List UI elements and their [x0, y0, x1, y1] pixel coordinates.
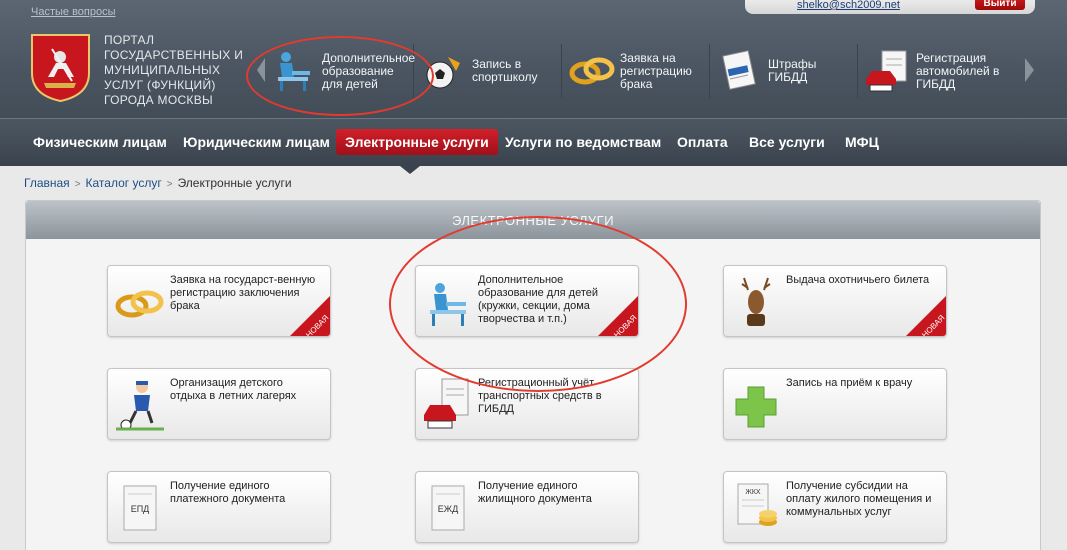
- breadcrumb-home-link[interactable]: Главная: [24, 176, 70, 190]
- site-header: Частые вопросы shelko@sch2009.net Выйти …: [0, 0, 1067, 118]
- service-card-housing-subsidy[interactable]: ЖКХ Получение субсидии на оплату жилого …: [723, 471, 947, 543]
- service-card-marriage[interactable]: Заявка на государст-венную регистрацию з…: [107, 265, 331, 337]
- service-card-label: Выдача охотничьего билета: [786, 274, 930, 286]
- wedding-rings-icon: [569, 57, 615, 85]
- service-card-unified-housing-document[interactable]: ЕЖД Получение единого жилищного документ…: [415, 471, 639, 543]
- epd-document-icon: ЕПД: [123, 485, 157, 531]
- nav-item-payment[interactable]: Оплата: [668, 129, 737, 155]
- ezhd-document-icon: ЕЖД: [431, 485, 465, 531]
- carousel-item-car-registration[interactable]: Регистрация автомобилей в ГИБДД: [858, 44, 1016, 98]
- carousel-item-label: Запись в спортшколу: [472, 57, 538, 84]
- nav-item-individuals[interactable]: Физическим лицам: [24, 129, 176, 155]
- faq-link[interactable]: Частые вопросы: [31, 6, 116, 18]
- wedding-rings-icon: [115, 290, 164, 318]
- service-card-hunting-license[interactable]: Выдача охотничьего билета НОВАЯ: [723, 265, 947, 337]
- annotation-ellipse: [389, 216, 687, 392]
- carousel-item-traffic-fines[interactable]: Штрафы ГИБДД: [710, 44, 858, 98]
- nav-item-electronic-services[interactable]: Электронные услуги: [336, 129, 498, 155]
- svg-text:ЖКХ: ЖКХ: [745, 489, 761, 496]
- breadcrumb: Главная > Каталог услуг > Электронные услуги: [24, 176, 292, 190]
- breadcrumb-current: Электронные услуги: [177, 176, 292, 190]
- portal-name[interactable]: ПОРТАЛ ГОСУДАРСТВЕННЫХ И МУНИЦИПАЛЬНЫХ У…: [104, 33, 244, 108]
- breadcrumb-separator: >: [166, 179, 173, 190]
- service-card-label: Организация детского отдыха в летних лаг…: [170, 377, 297, 402]
- service-card-unified-payment-document[interactable]: ЕПД Получение единого платежного докумен…: [107, 471, 331, 543]
- user-email-link[interactable]: shelko@sch2009.net: [797, 0, 900, 11]
- new-badge: НОВАЯ: [906, 296, 946, 336]
- nav-item-legal-entities[interactable]: Юридическим лицам: [174, 129, 339, 155]
- fine-document-icon: [722, 50, 756, 90]
- service-card-label: Получение единого жилищного документа: [478, 480, 592, 505]
- svg-text:ЕЖД: ЕЖД: [438, 504, 458, 514]
- service-card-label: Получение субсидии на оплату жилого поме…: [786, 480, 932, 518]
- carousel-item-marriage[interactable]: Заявка на регистрацию брака: [562, 44, 710, 98]
- main-navigation: Физическим лицам Юридическим лицам Элект…: [0, 118, 1067, 166]
- service-card-summer-camps[interactable]: Организация детского отдыха в летних лаг…: [107, 368, 331, 440]
- service-card-doctor-appointment[interactable]: Запись на приём к врачу: [723, 368, 947, 440]
- carousel-item-sports-school[interactable]: Запись в спортшколу: [414, 44, 562, 98]
- moscow-coat-of-arms-icon[interactable]: [30, 33, 91, 103]
- new-badge: НОВАЯ: [290, 296, 330, 336]
- nav-active-pointer: [400, 166, 420, 174]
- logout-button[interactable]: Выйти: [975, 0, 1025, 10]
- nav-item-all-services[interactable]: Все услуги: [740, 129, 834, 155]
- breadcrumb-catalog-link[interactable]: Каталог услуг: [86, 176, 162, 190]
- svg-text:ЕПД: ЕПД: [131, 504, 150, 514]
- carousel-next-arrow-icon[interactable]: [1020, 44, 1038, 96]
- annotation-ellipse: [246, 36, 434, 116]
- car-registration-icon: [424, 378, 469, 429]
- car-registration-icon: [866, 50, 907, 92]
- carousel-item-label: Заявка на регистрацию брака: [620, 50, 692, 91]
- medical-cross-icon: [735, 386, 777, 428]
- kid-soccer-icon: [116, 381, 164, 431]
- subsidy-coins-icon: ЖКХ: [737, 483, 777, 526]
- carousel-item-label: Регистрация автомобилей в ГИБДД: [916, 50, 1000, 91]
- nav-item-mfc[interactable]: МФЦ: [836, 129, 888, 155]
- service-card-label: Запись на приём к врачу: [786, 377, 913, 389]
- deer-head-icon: [741, 277, 771, 326]
- nav-item-services-by-agency[interactable]: Услуги по ведомствам: [496, 129, 670, 155]
- service-card-label: Получение единого платежного документа: [170, 480, 286, 505]
- carousel-item-label: Штрафы ГИБДД: [768, 57, 817, 84]
- user-panel: shelko@sch2009.net Выйти: [745, 0, 1035, 14]
- breadcrumb-separator: >: [74, 179, 81, 190]
